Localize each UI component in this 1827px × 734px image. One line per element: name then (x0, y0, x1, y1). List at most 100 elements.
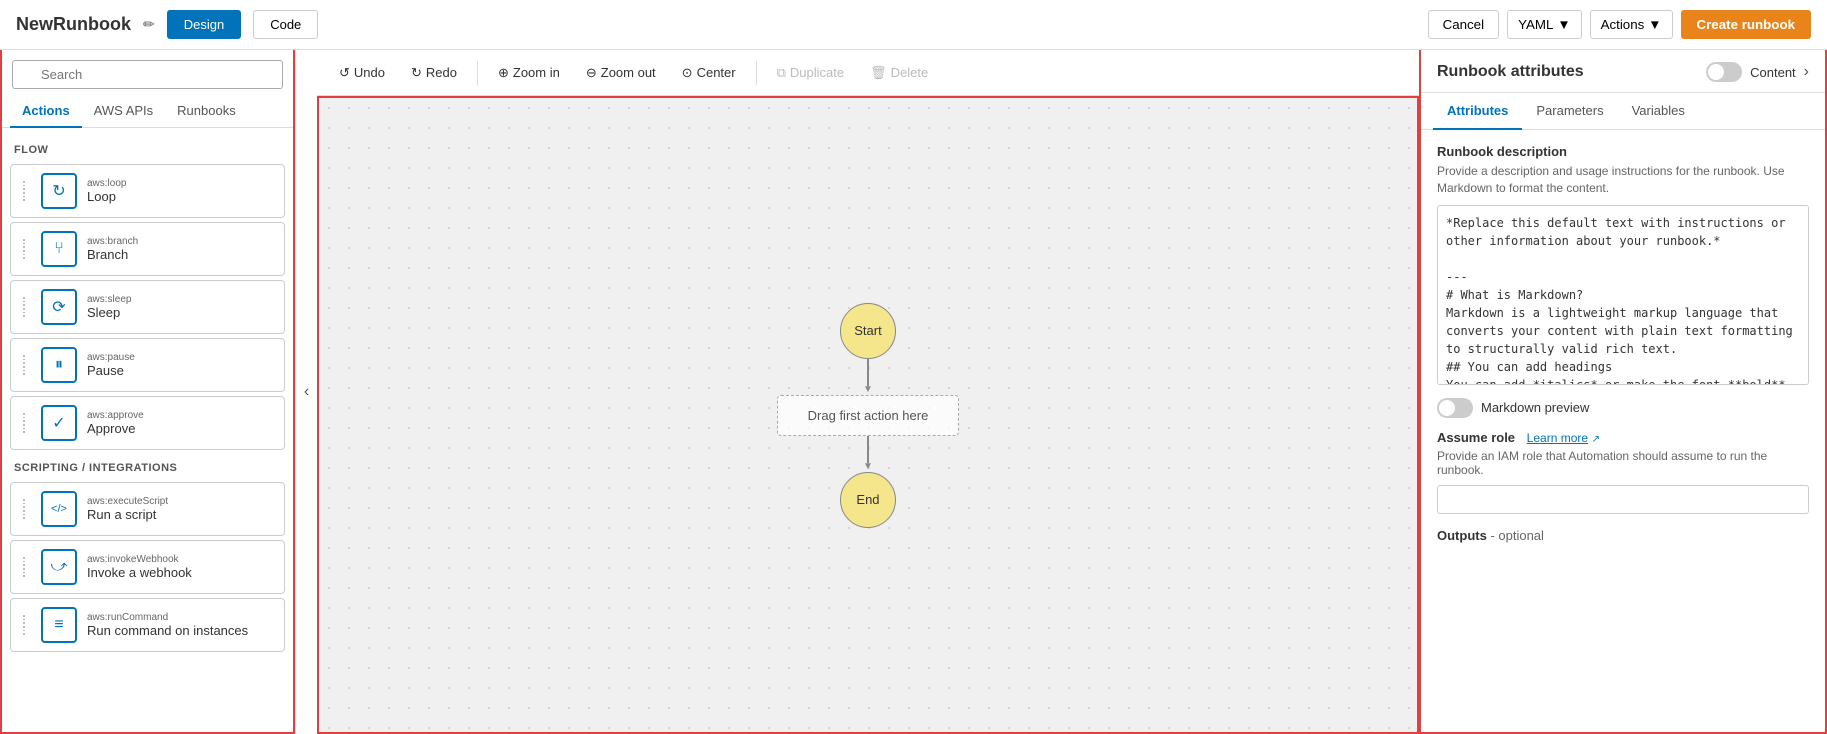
section-flow-label: FLOW (2, 136, 293, 160)
webhook-icon: ⤻ (41, 549, 77, 585)
left-panel: 🔍 Actions AWS APIs Runbooks FLOW ↻ aws:l… (0, 50, 295, 734)
branch-icon: ⑂ (41, 231, 77, 267)
drag-handle (23, 615, 29, 635)
toolbar-sep-2 (756, 61, 757, 85)
main-layout: 🔍 Actions AWS APIs Runbooks FLOW ↻ aws:l… (0, 50, 1827, 734)
markdown-toggle[interactable] (1437, 398, 1473, 418)
description-hint: Provide a description and usage instruct… (1437, 163, 1809, 197)
description-textarea[interactable] (1437, 205, 1809, 385)
approve-icon: ✓ (41, 405, 77, 441)
assume-role-input[interactable] (1437, 485, 1809, 514)
description-label: Runbook description (1437, 144, 1809, 159)
action-item-approve[interactable]: ✓ aws:approve Approve (10, 396, 285, 450)
drag-handle (23, 557, 29, 577)
external-link-icon: ↗ (1592, 434, 1600, 445)
yaml-dropdown-icon: ▼ (1557, 17, 1570, 32)
action-item-branch[interactable]: ⑂ aws:branch Branch (10, 222, 285, 276)
header-left: NewRunbook ✏ Design Code (16, 10, 318, 39)
zoom-in-button[interactable]: ⊕ Zoom in (488, 60, 570, 86)
undo-icon: ↺ (339, 65, 350, 81)
toolbar-sep-1 (477, 61, 478, 85)
markdown-preview-row: Markdown preview (1437, 398, 1809, 418)
left-tabs-row: Actions AWS APIs Runbooks (2, 95, 293, 128)
end-node: End (840, 472, 896, 528)
right-panel: Runbook attributes Content › Attributes … (1419, 50, 1827, 734)
tab-variables[interactable]: Variables (1618, 93, 1699, 130)
search-wrapper: 🔍 (12, 60, 283, 89)
search-area: 🔍 (2, 50, 293, 95)
assume-role-input-wrapper: 🔍 (1437, 485, 1809, 514)
right-panel-title: Runbook attributes (1437, 63, 1584, 81)
app-header: NewRunbook ✏ Design Code Cancel YAML ▼ A… (0, 0, 1827, 50)
action-item-sleep[interactable]: ⟳ aws:sleep Sleep (10, 280, 285, 334)
assume-role-section: Assume role Learn more ↗ Provide an IAM … (1437, 430, 1809, 514)
pause-icon: ⏸ (41, 347, 77, 383)
assume-role-learn-more-link[interactable]: Learn more (1527, 431, 1588, 445)
duplicate-button[interactable]: ⧉ Duplicate (767, 60, 855, 86)
header-right: Cancel YAML ▼ Actions ▼ Create runbook (1428, 10, 1811, 39)
zoom-in-icon: ⊕ (498, 65, 509, 81)
drag-handle (23, 297, 29, 317)
outputs-label: Outputs - optional (1437, 528, 1544, 543)
start-node: Start (840, 303, 896, 359)
drag-handle (23, 413, 29, 433)
canvas-toolbar: ↺ Undo ↻ Redo ⊕ Zoom in ⊖ Zoom out ⊙ Cen… (317, 50, 1419, 96)
tab-actions[interactable]: Actions (10, 95, 82, 128)
zoom-out-button[interactable]: ⊖ Zoom out (576, 60, 666, 86)
sleep-icon: ⟳ (41, 289, 77, 325)
redo-button[interactable]: ↻ Redo (401, 60, 467, 86)
yaml-button[interactable]: YAML ▼ (1507, 10, 1582, 39)
actions-dropdown-icon: ▼ (1648, 17, 1661, 32)
center-icon: ⊙ (682, 65, 693, 81)
tab-aws-apis[interactable]: AWS APIs (82, 95, 165, 128)
flow-arrow-2 (863, 436, 873, 472)
canvas-body[interactable]: Start Drag first action here End (317, 96, 1419, 734)
code-tab[interactable]: Code (253, 10, 318, 39)
toggle-knob (1708, 64, 1724, 80)
delete-button[interactable]: 🗑 Delete (860, 60, 938, 86)
content-toggle[interactable] (1706, 62, 1742, 82)
search-input[interactable] (12, 60, 283, 89)
loop-icon: ↻ (41, 173, 77, 209)
drag-handle (23, 239, 29, 259)
design-tab[interactable]: Design (167, 10, 241, 39)
center-button[interactable]: ⊙ Center (672, 60, 746, 86)
redo-icon: ↻ (411, 65, 422, 81)
action-item-execute-script[interactable]: </> aws:executeScript Run a script (10, 482, 285, 536)
collapse-panel-button[interactable]: ‹ (295, 50, 317, 734)
flow-arrow-1 (863, 359, 873, 395)
runbook-title: NewRunbook (16, 14, 131, 35)
drag-handle (23, 181, 29, 201)
drag-handle (23, 499, 29, 519)
actions-button[interactable]: Actions ▼ (1590, 10, 1673, 39)
action-item-run-command[interactable]: ≡ aws:runCommand Run command on instance… (10, 598, 285, 652)
duplicate-icon: ⧉ (777, 65, 786, 81)
delete-icon: 🗑 (870, 65, 887, 81)
assume-role-label: Assume role (1437, 430, 1515, 445)
edit-icon[interactable]: ✏ (143, 16, 155, 33)
right-panel-content: Runbook description Provide a descriptio… (1421, 130, 1825, 732)
right-panel-header: Runbook attributes Content › (1421, 50, 1825, 93)
canvas-area: ↺ Undo ↻ Redo ⊕ Zoom in ⊖ Zoom out ⊙ Cen… (317, 50, 1419, 734)
tab-parameters[interactable]: Parameters (1522, 93, 1617, 130)
drag-action-box: Drag first action here (777, 395, 960, 436)
right-tabs-row: Attributes Parameters Variables (1421, 93, 1825, 130)
cancel-button[interactable]: Cancel (1428, 10, 1500, 39)
tab-runbooks[interactable]: Runbooks (165, 95, 248, 128)
tab-attributes[interactable]: Attributes (1433, 93, 1522, 130)
action-item-pause[interactable]: ⏸ aws:pause Pause (10, 338, 285, 392)
action-item-webhook[interactable]: ⤻ aws:invokeWebhook Invoke a webhook (10, 540, 285, 594)
create-runbook-button[interactable]: Create runbook (1681, 10, 1812, 39)
flow-diagram: Start Drag first action here End (777, 303, 960, 528)
undo-button[interactable]: ↺ Undo (329, 60, 395, 86)
right-header-controls: Content › (1706, 62, 1809, 82)
drag-handle (23, 355, 29, 375)
section-scripting-label: SCRIPTING / INTEGRATIONS (2, 454, 293, 478)
command-icon: ≡ (41, 607, 77, 643)
expand-icon[interactable]: › (1804, 63, 1809, 81)
markdown-toggle-knob (1439, 400, 1455, 416)
markdown-preview-label: Markdown preview (1481, 400, 1589, 415)
content-toggle-label: Content (1750, 65, 1796, 80)
action-item-loop[interactable]: ↻ aws:loop Loop (10, 164, 285, 218)
left-panel-scroll: FLOW ↻ aws:loop Loop ⑂ a (2, 128, 293, 732)
